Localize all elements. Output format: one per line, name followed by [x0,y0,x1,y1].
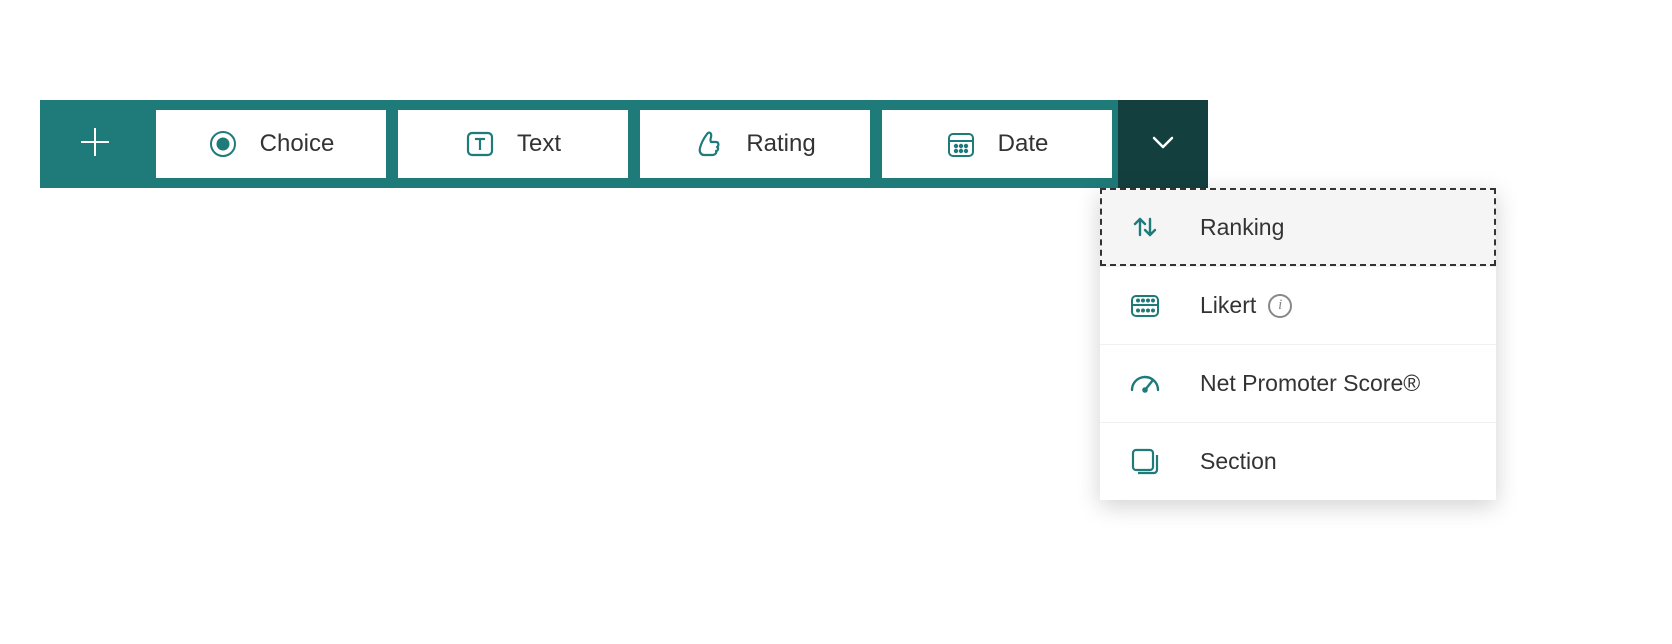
question-type-date-button[interactable]: Date [882,110,1112,178]
question-type-label: Choice [260,130,335,158]
question-type-label: Rating [746,130,815,158]
text-icon [465,129,495,159]
gauge-icon [1128,370,1162,398]
more-question-types-button[interactable] [1118,100,1208,188]
menu-item-label: Likert i [1200,292,1292,319]
menu-item-label: Ranking [1200,214,1284,241]
section-icon [1128,446,1162,478]
likert-icon [1128,290,1162,322]
question-type-rating-button[interactable]: Rating [640,110,870,178]
question-type-choice-button[interactable]: Choice [156,110,386,178]
menu-item-section[interactable]: Section [1100,422,1496,500]
add-question-button[interactable] [40,100,150,188]
menu-item-label: Net Promoter Score® [1200,370,1420,397]
menu-item-likert[interactable]: Likert i [1100,266,1496,344]
calendar-icon [946,129,976,159]
radio-icon [208,129,238,159]
more-question-types-dropdown: Ranking Likert i [1100,188,1496,500]
plus-icon [78,125,112,164]
menu-item-ranking[interactable]: Ranking [1100,188,1496,266]
question-type-toolbar: Choice Text Rating [40,100,1208,188]
ranking-icon [1128,211,1162,243]
question-type-label: Text [517,130,561,158]
question-type-label: Date [998,130,1049,158]
info-icon: i [1268,294,1292,318]
menu-item-nps[interactable]: Net Promoter Score® [1100,344,1496,422]
question-type-text-button[interactable]: Text [398,110,628,178]
chevron-down-icon [1149,128,1177,161]
menu-item-label: Section [1200,448,1277,475]
thumb-icon [694,129,724,159]
